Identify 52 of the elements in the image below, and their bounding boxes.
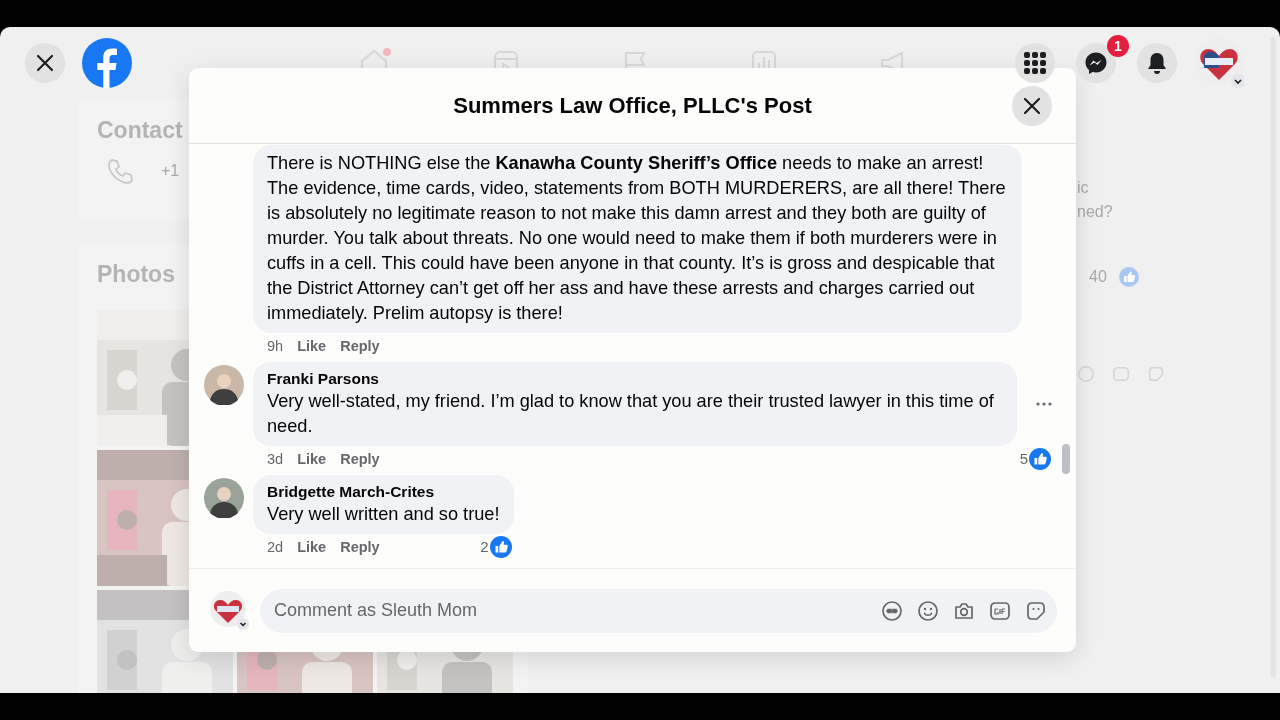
phone-number: +1 bbox=[161, 162, 180, 180]
author-name[interactable]: Bridgette March-Crites bbox=[267, 481, 500, 502]
comment-time[interactable]: 2d bbox=[267, 538, 284, 555]
notifications-button[interactable] bbox=[1137, 43, 1177, 83]
emoji-icon[interactable] bbox=[917, 599, 939, 622]
menu-button[interactable] bbox=[1015, 43, 1055, 83]
reaction-count: 40 bbox=[1089, 268, 1107, 286]
section-heading: Contact bbox=[97, 117, 183, 144]
comment-time[interactable]: 9h bbox=[267, 337, 284, 354]
like-icon bbox=[1118, 267, 1139, 287]
comment-action[interactable]: Like bbox=[297, 337, 327, 354]
side-text: ned? bbox=[1077, 203, 1114, 221]
reaction-count[interactable]: 5 bbox=[1019, 450, 1028, 467]
more-options-icon[interactable] bbox=[1035, 401, 1053, 407]
comment-time[interactable]: 3d bbox=[267, 450, 284, 467]
comment-action[interactable]: Like bbox=[297, 538, 327, 555]
scrollbar[interactable] bbox=[1062, 444, 1070, 474]
avatar[interactable] bbox=[204, 478, 244, 518]
side-text: ic bbox=[1077, 179, 1090, 197]
author-name[interactable]: Franki Parsons bbox=[267, 368, 1003, 389]
section-heading: Photos bbox=[97, 261, 175, 288]
logo-icon[interactable] bbox=[82, 38, 132, 88]
comment-text: Very well-stated, my friend. I’m glad to know that you are their trusted lawyer in this time of need. bbox=[267, 390, 995, 438]
comment-action[interactable]: Reply bbox=[340, 337, 380, 354]
messenger-icon bbox=[1084, 51, 1108, 75]
emoji-icon bbox=[1077, 365, 1095, 383]
comment-action[interactable]: Reply bbox=[340, 450, 380, 467]
sticker-icon bbox=[1147, 365, 1165, 383]
gif-icon bbox=[1112, 365, 1130, 383]
grid-icon bbox=[1023, 51, 1047, 75]
close-button[interactable] bbox=[1012, 86, 1052, 126]
close-icon bbox=[1022, 96, 1042, 116]
gif-icon[interactable] bbox=[989, 599, 1011, 622]
comment-action[interactable]: Reply bbox=[340, 538, 380, 555]
bell-icon bbox=[1145, 51, 1169, 75]
comment-field[interactable]: Comment as Sleuth Mom bbox=[260, 588, 1057, 633]
close-button[interactable] bbox=[25, 43, 65, 83]
comment-text: There is NOTHING else the Kanawha County Sheriff’s Office needs to make an arrest! The evidence, time cards, video, statements from BOTH MURDERERS, are all there! There is absolutely no legitimate reason to not make this damn arrest and they both are guilty of murder. You talk about threats. No one would need to make them if both murderers were in cuffs in a cell. This could have been anyone in that county. It’s is gross and despicable that the District Attorney can’t get off her ass and have these arrests and charges carried out immediately. Prelim autopsy is there! bbox=[267, 152, 1007, 325]
sticker-icon[interactable] bbox=[1025, 599, 1047, 622]
like-icon[interactable] bbox=[1029, 447, 1051, 470]
avatar-sticker-icon[interactable] bbox=[881, 599, 903, 622]
close-icon bbox=[35, 53, 55, 73]
phone-icon bbox=[105, 156, 135, 186]
like-icon[interactable] bbox=[489, 535, 512, 558]
dialog-title: Summers Law Office, PLLC's Post bbox=[453, 92, 812, 119]
reaction-count[interactable]: 2 bbox=[480, 538, 489, 555]
profile-avatar[interactable] bbox=[210, 590, 250, 631]
comment-text: Very well written and so true! bbox=[267, 503, 500, 526]
notification-badge: 1 bbox=[1107, 35, 1129, 57]
avatar[interactable] bbox=[204, 365, 244, 405]
comment-action[interactable]: Like bbox=[297, 450, 327, 467]
messenger-button[interactable] bbox=[1076, 43, 1116, 83]
